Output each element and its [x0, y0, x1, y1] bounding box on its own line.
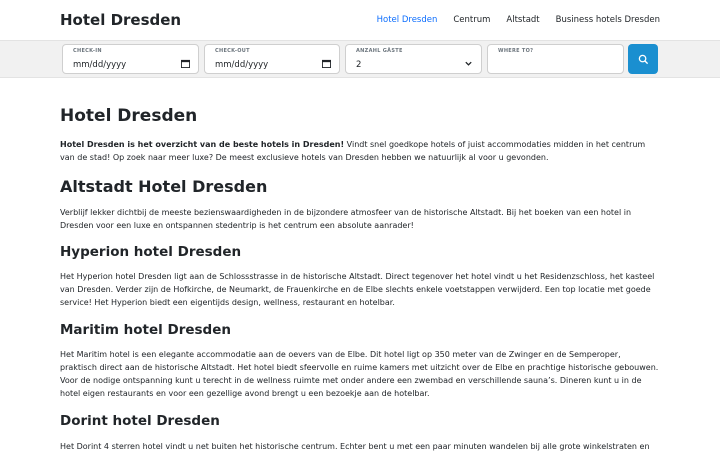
search-button[interactable]: [628, 44, 658, 74]
nav-link-altstadt[interactable]: Altstadt: [506, 15, 539, 25]
chevron-down-icon: [465, 61, 472, 66]
section-text: Het Dorint 4 sterren hotel vindt u net b…: [60, 442, 650, 451]
section-text: Het Maritim hotel is een elegante accomm…: [60, 350, 659, 398]
calendar-icon[interactable]: [181, 59, 190, 68]
section-altstadt: Altstadt Hotel Dresden: [60, 177, 660, 196]
search-icon: [638, 54, 648, 64]
destination-label: WHERE TO?: [498, 48, 534, 54]
nav-link-centrum[interactable]: Centrum: [453, 15, 490, 25]
nav-link-hotel-dresden[interactable]: Hotel Dresden: [377, 15, 438, 25]
page-title: Hotel Dresden: [60, 106, 198, 126]
section-heading: Altstadt Hotel Dresden: [60, 177, 268, 196]
section-maritim: Maritim hotel Dresden: [60, 322, 660, 338]
checkin-label: CHECK-IN: [73, 48, 102, 54]
intro-paragraph: Hotel Dresden is het overzicht van de be…: [60, 138, 660, 164]
section-hyperion: Hyperion hotel Dresden: [60, 244, 660, 260]
calendar-icon[interactable]: [322, 59, 331, 68]
guests-label: ANZAHL GÄSTE: [356, 48, 403, 54]
main-nav: Hotel Dresden Centrum Altstadt Business …: [361, 15, 660, 25]
search-bar: CHECK-IN mm/dd/yyyy CHECK-OUT mm/dd/yyyy…: [0, 40, 720, 78]
section-text-block: Het Dorint 4 sterren hotel vindt u net b…: [60, 440, 660, 453]
guests-select[interactable]: ANZAHL GÄSTE 2: [345, 44, 482, 74]
checkout-label: CHECK-OUT: [215, 48, 250, 54]
section-text-block: Het Hyperion hotel Dresden ligt aan de S…: [60, 270, 660, 309]
guests-value: 2: [356, 60, 362, 70]
section-text: Verblijf lekker dichtbij de meeste bezie…: [60, 208, 632, 230]
section-text-block: Verblijf lekker dichtbij de meeste bezie…: [60, 206, 660, 232]
site-brand[interactable]: Hotel Dresden: [60, 11, 181, 29]
section-heading: Hyperion hotel Dresden: [60, 244, 242, 260]
destination-input[interactable]: WHERE TO?: [487, 44, 624, 74]
section-heading: Maritim hotel Dresden: [60, 322, 231, 338]
nav-link-business-hotels[interactable]: Business hotels Dresden: [556, 15, 660, 25]
intro-bold-text: Hotel Dresden is het overzicht van de be…: [60, 140, 345, 149]
checkout-value: mm/dd/yyyy: [215, 60, 269, 70]
section-heading: Dorint hotel Dresden: [60, 413, 220, 429]
section-dorint: Dorint hotel Dresden: [60, 413, 660, 429]
checkout-field[interactable]: CHECK-OUT mm/dd/yyyy: [204, 44, 340, 74]
checkin-value: mm/dd/yyyy: [73, 60, 127, 70]
section-text-block: Het Maritim hotel is een elegante accomm…: [60, 348, 660, 400]
checkin-field[interactable]: CHECK-IN mm/dd/yyyy: [62, 44, 199, 74]
section-text: Het Hyperion hotel Dresden ligt aan de S…: [60, 272, 655, 307]
top-navbar: Hotel Dresden Hotel Dresden Centrum Alts…: [0, 0, 720, 40]
